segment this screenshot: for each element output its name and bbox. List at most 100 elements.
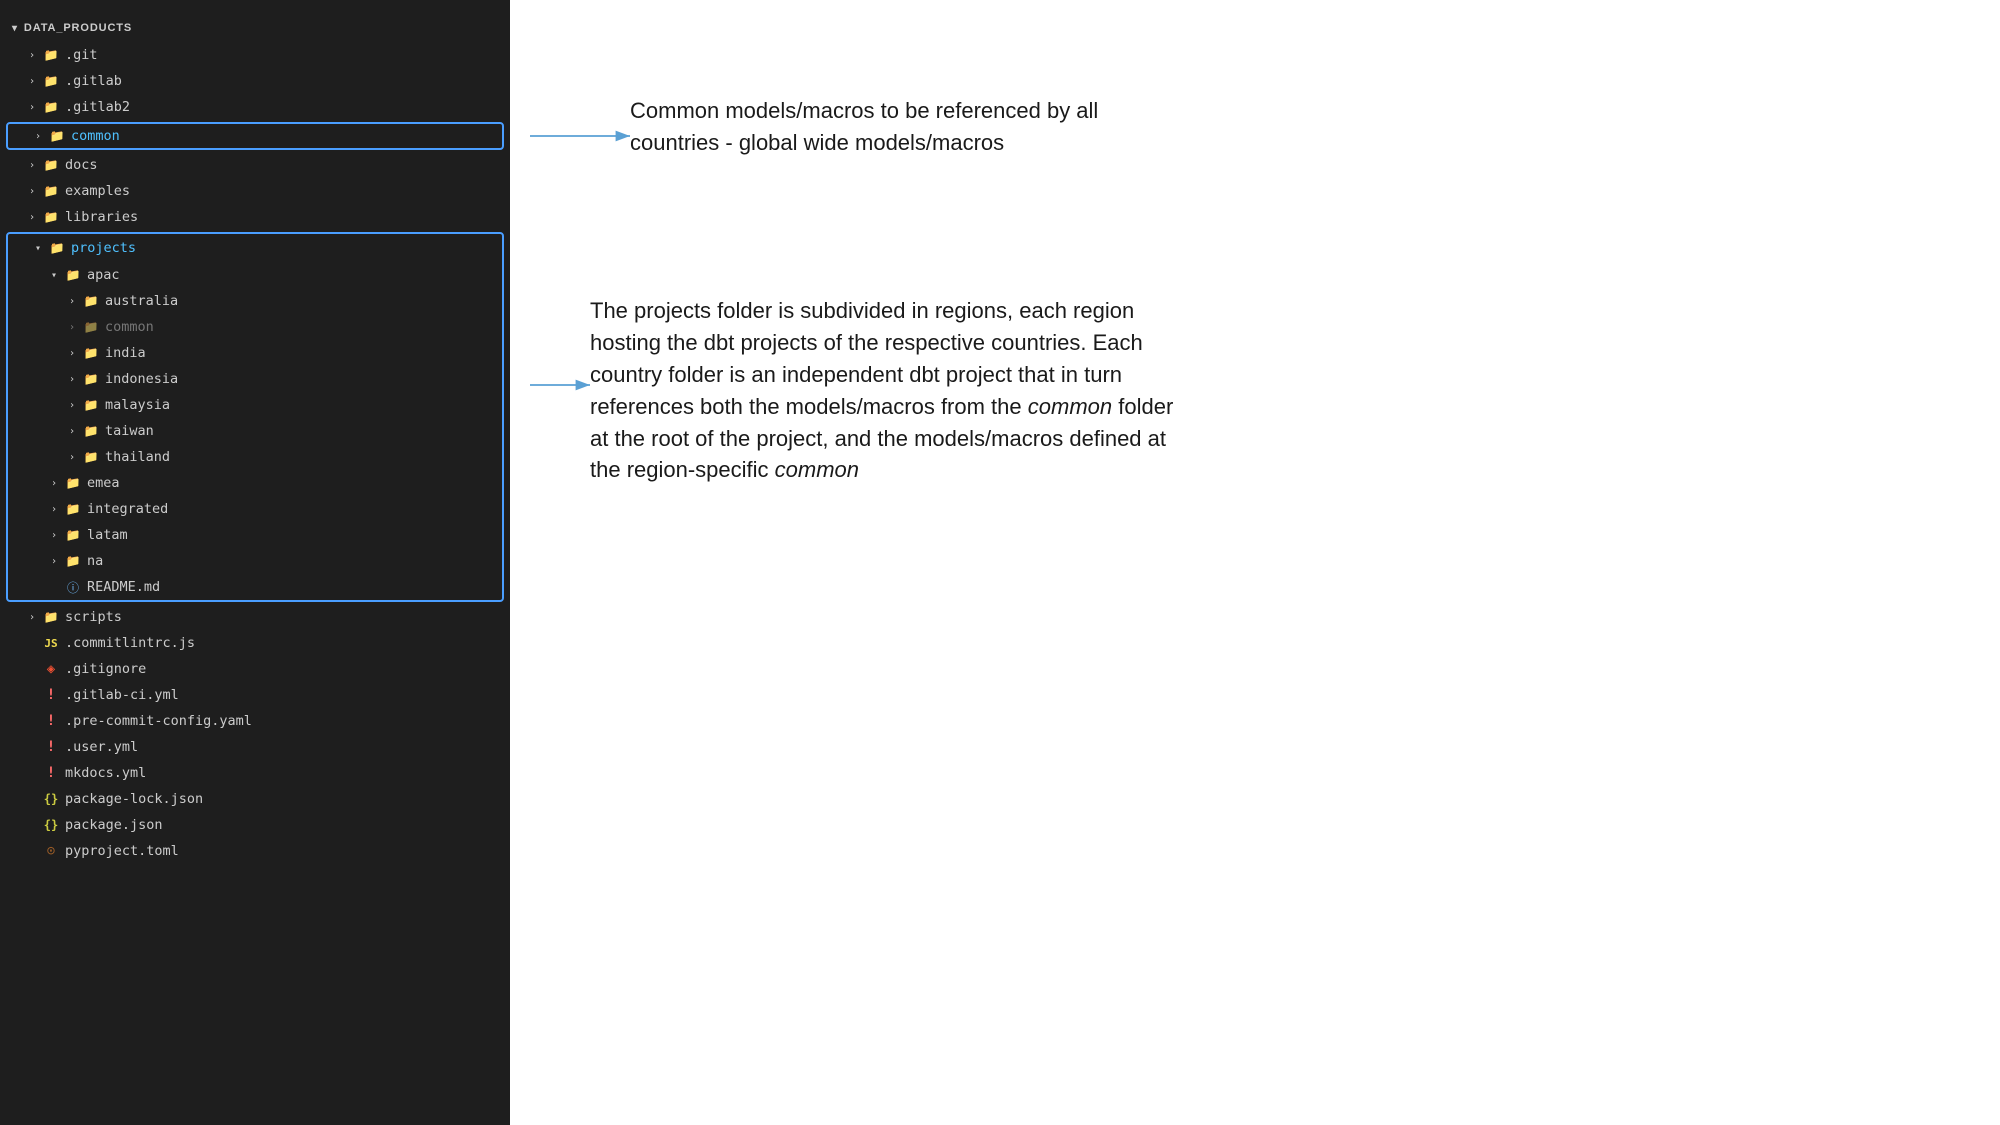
- chevron-right-icon: ›: [64, 293, 80, 309]
- chevron-right-icon: ›: [64, 319, 80, 335]
- tree-item-na[interactable]: › 📁 na: [8, 548, 502, 574]
- tree-item-user-yml[interactable]: ! .user.yml: [0, 734, 510, 760]
- tree-item-projects[interactable]: ▾ 📁 projects: [8, 234, 502, 262]
- tree-item-examples[interactable]: › 📁 examples: [0, 178, 510, 204]
- tree-item-readme[interactable]: ⓘ README.md: [8, 574, 502, 600]
- tree-item-malaysia[interactable]: › 📁 malaysia: [8, 392, 502, 418]
- spacer: [24, 739, 40, 755]
- annotation-panel: Common models/macros to be referenced by…: [510, 0, 2000, 1125]
- root-chevron: ▾: [12, 23, 18, 34]
- tree-label: scripts: [65, 609, 122, 625]
- folder-icon: 📁: [42, 182, 60, 200]
- tree-label: common: [71, 128, 120, 144]
- tree-item-pre-commit[interactable]: ! .pre-commit-config.yaml: [0, 708, 510, 734]
- spacer: [24, 687, 40, 703]
- yaml-icon: !: [42, 738, 60, 756]
- tree-item-emea[interactable]: › 📁 emea: [8, 470, 502, 496]
- folder-icon: 📁: [82, 396, 100, 414]
- tree-label: projects: [71, 240, 136, 256]
- chevron-right-icon: ›: [24, 73, 40, 89]
- spacer: [24, 817, 40, 833]
- chevron-right-icon: ›: [24, 209, 40, 225]
- tree-label: .gitlab: [65, 73, 122, 89]
- spacer: [24, 635, 40, 651]
- common-highlight-wrapper: › 📁 common: [6, 122, 504, 150]
- tree-label: mkdocs.yml: [65, 765, 146, 781]
- tree-item-mkdocs[interactable]: ! mkdocs.yml: [0, 760, 510, 786]
- tree-item-package-json[interactable]: {} package.json: [0, 812, 510, 838]
- tree-item-indonesia[interactable]: › 📁 indonesia: [8, 366, 502, 392]
- annotation-projects: The projects folder is subdivided in reg…: [590, 295, 1180, 486]
- folder-icon: 📁: [48, 127, 66, 145]
- tree-item-gitlab2[interactable]: › 📁 .gitlab2: [0, 94, 510, 120]
- folder-icon: 📁: [82, 292, 100, 310]
- tree-label: libraries: [65, 209, 138, 225]
- tree-item-taiwan[interactable]: › 📁 taiwan: [8, 418, 502, 444]
- tree-label: apac: [87, 267, 120, 283]
- tree-label: docs: [65, 157, 98, 173]
- tree-label: examples: [65, 183, 130, 199]
- projects-highlight-wrapper: ▾ 📁 projects ▾ 📁 apac › 📁 australia › 📁 …: [6, 232, 504, 602]
- annotation-arrows: [510, 0, 2000, 1125]
- tree-label: .pre-commit-config.yaml: [65, 713, 252, 729]
- tree-item-gitignore[interactable]: ◈ .gitignore: [0, 656, 510, 682]
- tree-item-apac[interactable]: ▾ 📁 apac: [8, 262, 502, 288]
- chevron-right-icon: ›: [64, 423, 80, 439]
- tree-label: thailand: [105, 449, 170, 465]
- tree-label: .user.yml: [65, 739, 138, 755]
- tree-item-latam[interactable]: › 📁 latam: [8, 522, 502, 548]
- json-icon: {}: [42, 790, 60, 808]
- chevron-right-icon: ›: [46, 553, 62, 569]
- tree-item-scripts[interactable]: › 📁 scripts: [0, 604, 510, 630]
- chevron-right-icon: ›: [24, 609, 40, 625]
- folder-icon: 📁: [42, 156, 60, 174]
- tree-item-common[interactable]: › 📁 common: [6, 122, 504, 150]
- folder-icon: 📁: [42, 46, 60, 64]
- folder-icon: 📁: [82, 318, 100, 336]
- chevron-down-icon: ▾: [30, 240, 46, 256]
- folder-icon: 📁: [64, 474, 82, 492]
- folder-icon: 📁: [64, 552, 82, 570]
- tree-label: taiwan: [105, 423, 154, 439]
- chevron-right-icon: ›: [24, 47, 40, 63]
- folder-icon: 📁: [48, 239, 66, 257]
- folder-icon: 📁: [42, 608, 60, 626]
- folder-icon: 📁: [64, 266, 82, 284]
- spacer: [24, 661, 40, 677]
- tree-item-thailand[interactable]: › 📁 thailand: [8, 444, 502, 470]
- chevron-down-icon: ▾: [46, 267, 62, 283]
- chevron-right-icon: ›: [30, 128, 46, 144]
- tree-label: .gitlab-ci.yml: [65, 687, 179, 703]
- toml-icon: ⊙: [42, 842, 60, 860]
- tree-label: package-lock.json: [65, 791, 203, 807]
- tree-label: australia: [105, 293, 178, 309]
- tree-item-docs[interactable]: › 📁 docs: [0, 152, 510, 178]
- tree-item-gitlab-ci[interactable]: ! .gitlab-ci.yml: [0, 682, 510, 708]
- spacer: [24, 765, 40, 781]
- chevron-right-icon: ›: [64, 371, 80, 387]
- tree-label: na: [87, 553, 103, 569]
- tree-item-package-lock[interactable]: {} package-lock.json: [0, 786, 510, 812]
- tree-item-git[interactable]: › 📁 .git: [0, 42, 510, 68]
- chevron-right-icon: ›: [24, 183, 40, 199]
- tree-item-australia[interactable]: › 📁 australia: [8, 288, 502, 314]
- tree-label: indonesia: [105, 371, 178, 387]
- tree-item-commitlintrc[interactable]: JS .commitlintrc.js: [0, 630, 510, 656]
- tree-item-common-apac[interactable]: › 📁 common: [8, 314, 502, 340]
- json-icon: {}: [42, 816, 60, 834]
- chevron-right-icon: ›: [64, 345, 80, 361]
- tree-item-india[interactable]: › 📁 india: [8, 340, 502, 366]
- tree-label: emea: [87, 475, 120, 491]
- annotation-common: Common models/macros to be referenced by…: [630, 95, 1170, 159]
- tree-item-pyproject[interactable]: ⊙ pyproject.toml: [0, 838, 510, 864]
- chevron-right-icon: ›: [46, 501, 62, 517]
- tree-item-gitlab[interactable]: › 📁 .gitlab: [0, 68, 510, 94]
- tree-label: package.json: [65, 817, 163, 833]
- yaml-icon: !: [42, 712, 60, 730]
- tree-item-integrated[interactable]: › 📁 integrated: [8, 496, 502, 522]
- yaml-icon: !: [42, 686, 60, 704]
- file-tree-panel: ▾ DATA_PRODUCTS › 📁 .git › 📁 .gitlab › 📁…: [0, 0, 510, 1125]
- tree-item-libraries[interactable]: › 📁 libraries: [0, 204, 510, 230]
- info-icon: ⓘ: [64, 578, 82, 596]
- folder-icon: 📁: [82, 344, 100, 362]
